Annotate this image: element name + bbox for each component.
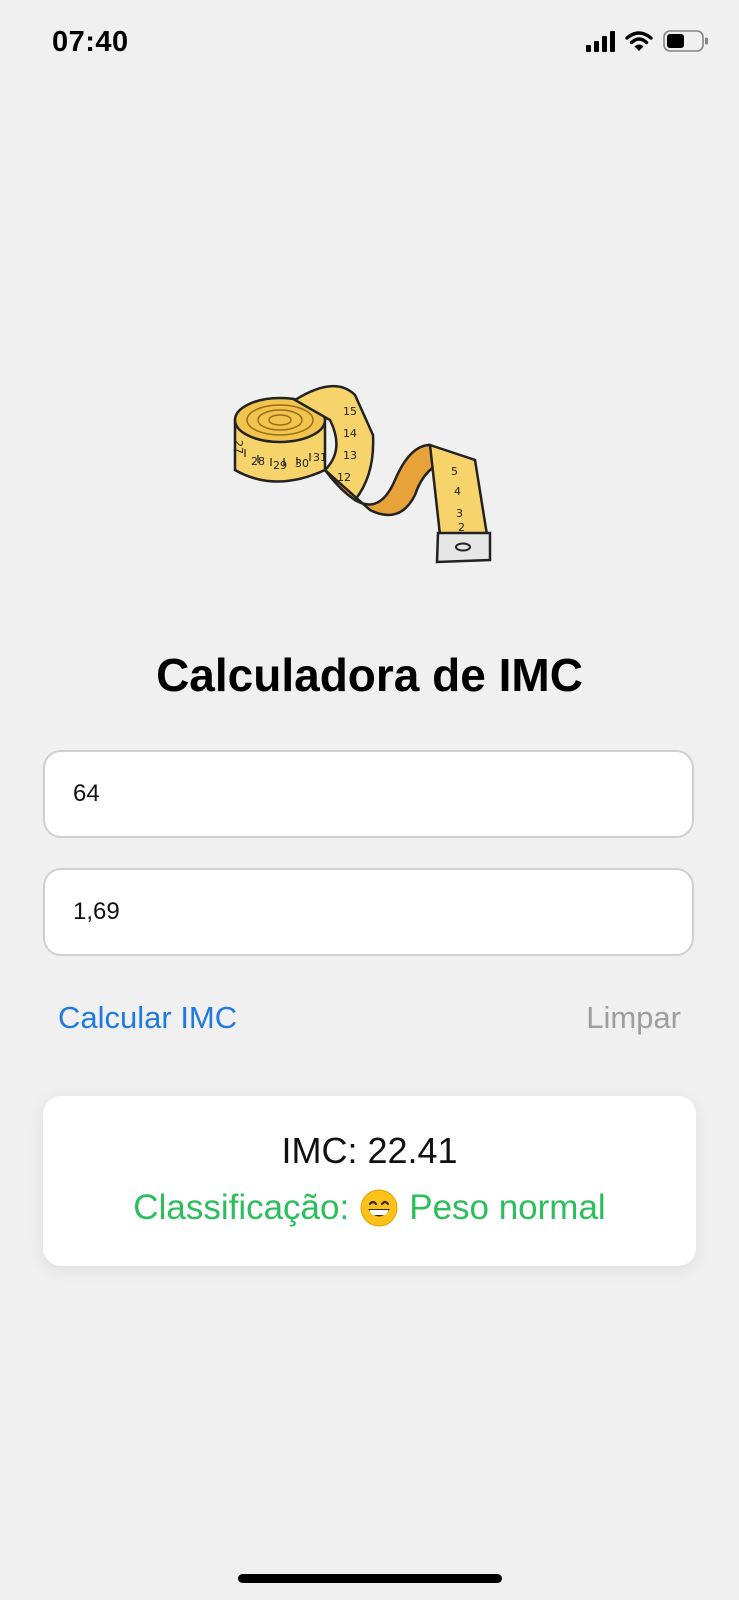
tape-measure-icon: 27 28 29 30 31 15 14 13 12 5 4 3 2: [225, 375, 505, 575]
tape-number: 2: [458, 521, 465, 534]
tape-number: 14: [343, 427, 357, 440]
tape-number: 27: [232, 440, 245, 454]
classification: Classificação: Peso normal: [43, 1188, 696, 1228]
page-title: Calculadora de IMC: [156, 649, 583, 701]
battery-icon: [663, 30, 708, 52]
status-time: 07:40: [52, 26, 129, 58]
tape-number: 31: [313, 451, 327, 464]
signal-icon: [586, 30, 615, 52]
status-icons: [586, 30, 709, 52]
height-input[interactable]: 1,69: [43, 868, 694, 956]
tape-number: 3: [456, 507, 463, 520]
tape-number: 5: [451, 465, 458, 478]
imc-value: IMC: 22.41: [281, 1130, 458, 1171]
tape-number: 13: [343, 449, 357, 462]
classification-value: Peso normal: [409, 1188, 606, 1227]
clear-button[interactable]: Limpar: [586, 1000, 681, 1036]
weight-input[interactable]: 64: [43, 750, 694, 838]
wifi-icon: [625, 31, 653, 51]
grinning-face-emoji: [360, 1189, 398, 1227]
tape-number: 30: [295, 457, 309, 470]
calculate-button[interactable]: Calcular IMC: [58, 1000, 237, 1036]
tape-number: 4: [454, 485, 461, 498]
classification-label: Classificação:: [133, 1188, 350, 1227]
tape-number: 15: [343, 405, 357, 418]
tape-number: 12: [337, 471, 351, 484]
home-indicator[interactable]: [238, 1574, 502, 1583]
result-card: IMC: 22.41 Classificação: Peso normal: [43, 1096, 696, 1266]
tape-number: 28: [251, 455, 265, 468]
status-bar: 07:40: [0, 0, 739, 90]
tape-number: 29: [273, 459, 287, 472]
